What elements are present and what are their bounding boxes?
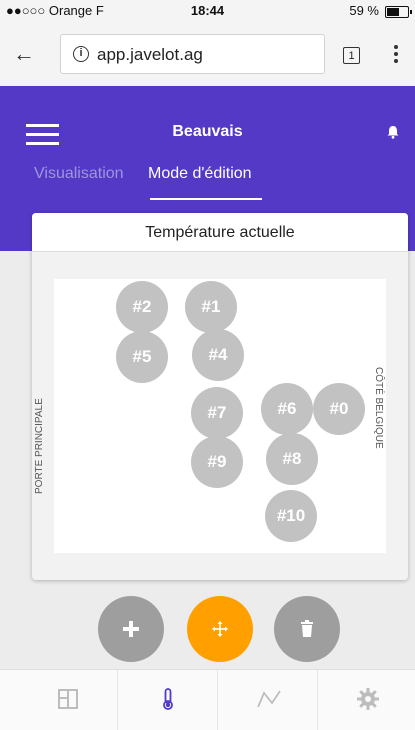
plus-icon — [123, 621, 139, 637]
back-arrow-icon[interactable]: ← — [10, 41, 38, 69]
url-field[interactable]: i app.javelot.ag — [60, 34, 325, 74]
url-text[interactable]: app.javelot.ag — [97, 45, 203, 65]
layout-icon — [58, 689, 78, 709]
side-label-right: CÔTÉ BELGIQUE — [373, 367, 384, 449]
move-sensor-button[interactable] — [187, 596, 253, 662]
page-title: Beauvais — [172, 123, 243, 140]
battery-percent: 59 % — [349, 3, 379, 18]
chart-line-icon — [257, 690, 281, 708]
sensor-marker[interactable]: #7 — [191, 387, 243, 439]
nav-item-temperature[interactable] — [118, 670, 218, 730]
nav-item-charts[interactable] — [218, 670, 318, 730]
add-sensor-button[interactable] — [98, 596, 164, 662]
gear-icon — [357, 688, 379, 710]
bottom-navigation — [0, 669, 415, 730]
sensor-marker[interactable]: #8 — [266, 433, 318, 485]
browser-toolbar: ← i app.javelot.ag 1 — [0, 22, 415, 86]
active-tab-indicator — [150, 198, 262, 200]
battery-icon — [385, 6, 412, 18]
sensor-marker[interactable]: #1 — [185, 281, 237, 333]
bell-icon[interactable] — [386, 125, 400, 139]
side-label-left: PORTE PRINCIPALE — [34, 398, 45, 494]
status-bar: ●●○○○ Orange F 18:44 59 % — [0, 0, 415, 22]
info-icon[interactable]: i — [73, 46, 89, 62]
card-title: Température actuelle — [145, 224, 295, 241]
more-menu-icon[interactable] — [388, 42, 404, 68]
sensor-marker[interactable]: #0 — [313, 383, 365, 435]
thermometer-icon — [163, 688, 173, 710]
sensor-marker[interactable]: #4 — [192, 329, 244, 381]
sensor-marker[interactable]: #9 — [191, 436, 243, 488]
temperature-card: Température actuelle PORTE PRINCIPALE CÔ… — [32, 213, 408, 580]
card-header: Température actuelle — [32, 213, 408, 252]
move-icon — [212, 621, 228, 637]
tabs-button[interactable]: 1 — [343, 47, 360, 64]
sensor-marker[interactable]: #6 — [261, 383, 313, 435]
sensor-marker[interactable]: #2 — [116, 281, 168, 333]
sensor-marker[interactable]: #5 — [116, 331, 168, 383]
tab-visualisation[interactable]: Visualisation — [34, 165, 124, 183]
delete-sensor-button[interactable] — [274, 596, 340, 662]
sensor-marker[interactable]: #10 — [265, 490, 317, 542]
tab-edit-mode[interactable]: Mode d'édition — [148, 165, 252, 183]
action-buttons — [0, 596, 415, 662]
room-plan: PORTE PRINCIPALE CÔTÉ BELGIQUE #2 #1 #5 … — [34, 279, 386, 553]
nav-item-settings[interactable] — [318, 670, 415, 730]
trash-icon — [301, 620, 313, 637]
nav-item-layout[interactable] — [18, 670, 118, 730]
